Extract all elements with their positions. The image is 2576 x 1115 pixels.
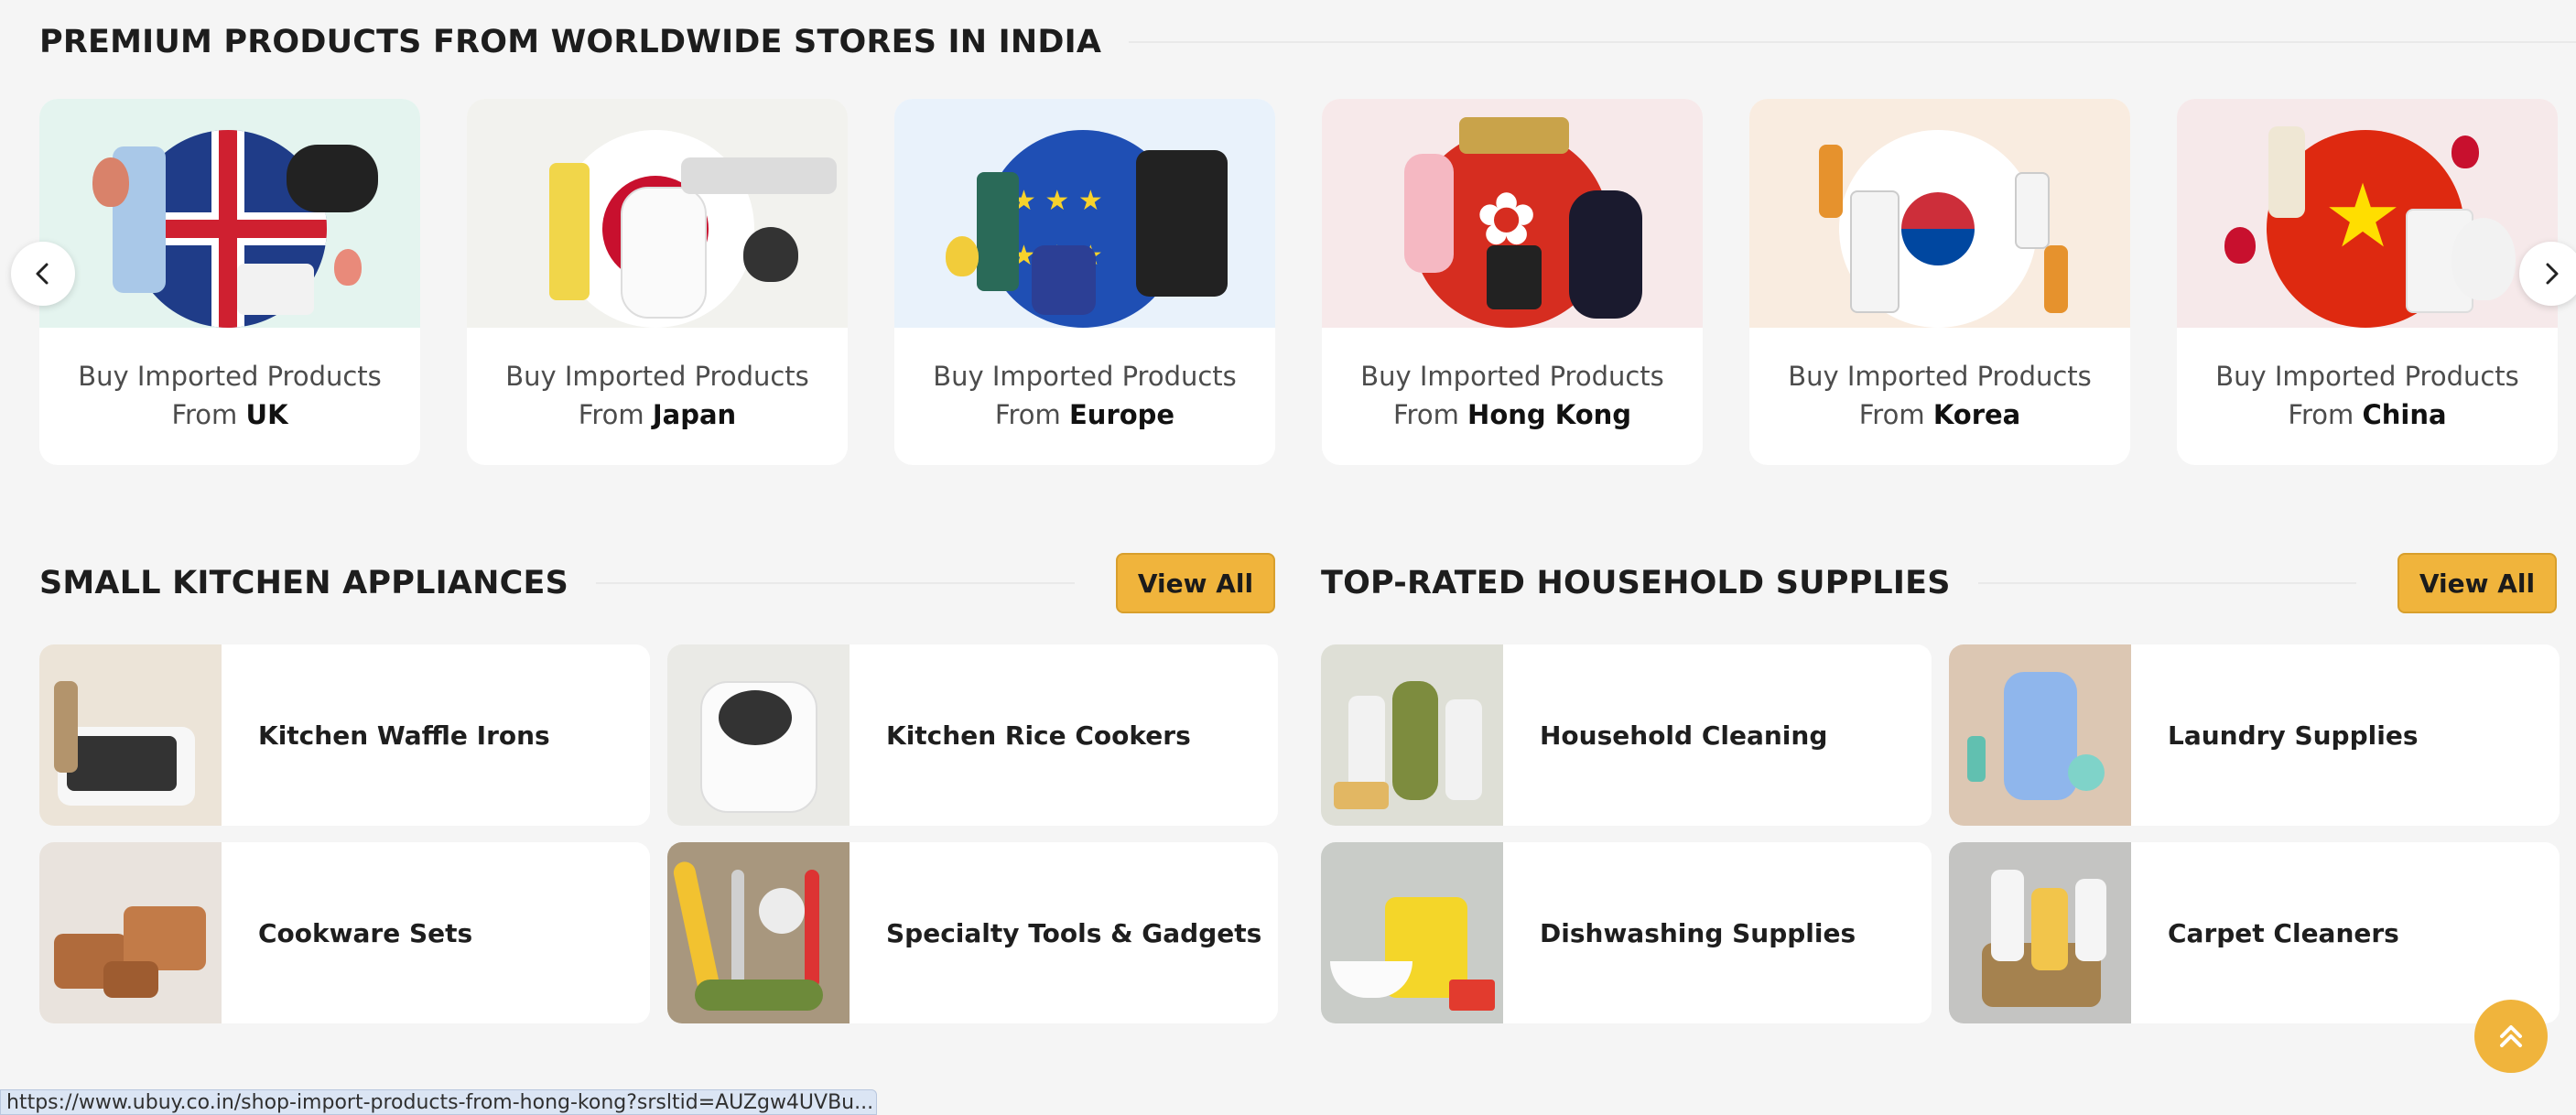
hong-kong-products-image: ✿: [1322, 99, 1703, 328]
country-name: Hong Kong: [1467, 399, 1632, 430]
category-tile-carpet-cleaners[interactable]: Carpet Cleaners: [1949, 842, 2560, 1023]
china-products-image: ★: [2177, 99, 2558, 328]
chevron-left-icon: [36, 263, 49, 285]
country-card-europe[interactable]: ★ ★ ★ ★ ★ ★ Buy Imported Products From E…: [894, 99, 1275, 465]
carousel-next-button[interactable]: [2519, 242, 2576, 306]
kitchen-section-header: SMALL KITCHEN APPLIANCES: [39, 560, 1106, 606]
japan-products-image: [467, 99, 848, 328]
tile-label: Kitchen Rice Cookers: [886, 720, 1191, 751]
category-tile-waffle-irons[interactable]: Kitchen Waffle Irons: [39, 644, 650, 826]
double-chevron-up-icon: [2500, 1025, 2522, 1047]
premium-section-header: PREMIUM PRODUCTS FROM WORLDWIDE STORES I…: [39, 20, 2576, 64]
uk-products-image: [39, 99, 420, 328]
country-card-text: Buy Imported Products From Japan: [505, 361, 809, 430]
chevron-right-icon: [2546, 263, 2559, 285]
country-name: UK: [245, 399, 288, 430]
dishwashing-image: [1321, 842, 1503, 1023]
category-tile-laundry-supplies[interactable]: Laundry Supplies: [1949, 644, 2560, 826]
category-tile-cookware-sets[interactable]: Cookware Sets: [39, 842, 650, 1023]
household-view-all-button[interactable]: View All: [2397, 553, 2557, 613]
country-name: Japan: [652, 399, 737, 430]
country-card-japan[interactable]: Buy Imported Products From Japan: [467, 99, 848, 465]
tile-label: Cookware Sets: [258, 917, 473, 948]
carousel-prev-button[interactable]: [11, 242, 75, 306]
tile-label: Household Cleaning: [1540, 720, 1828, 751]
country-name: Europe: [1068, 399, 1175, 430]
household-section-header: TOP-RATED HOUSEHOLD SUPPLIES: [1321, 560, 2387, 606]
country-card-text: Buy Imported Products From Europe: [933, 361, 1237, 430]
tile-label: Dishwashing Supplies: [1540, 917, 1856, 948]
category-tile-rice-cookers[interactable]: Kitchen Rice Cookers: [667, 644, 1278, 826]
laundry-bottle-image: [1949, 644, 2131, 826]
country-card-uk[interactable]: Buy Imported Products From UK: [39, 99, 420, 465]
waffle-iron-image: [39, 644, 222, 826]
kitchen-section-title: SMALL KITCHEN APPLIANCES: [39, 565, 568, 601]
country-card-korea[interactable]: Buy Imported Products From Korea: [1749, 99, 2130, 465]
category-tile-household-cleaning[interactable]: Household Cleaning: [1321, 644, 1932, 826]
category-tile-dishwashing-supplies[interactable]: Dishwashing Supplies: [1321, 842, 1932, 1023]
header-divider: [1129, 41, 2576, 43]
country-name: Korea: [1932, 399, 2021, 430]
browser-status-url: https://www.ubuy.co.in/shop-import-produ…: [0, 1089, 877, 1115]
cookware-set-image: [39, 842, 222, 1023]
premium-section-title: PREMIUM PRODUCTS FROM WORLDWIDE STORES I…: [39, 24, 1102, 60]
category-tile-specialty-tools[interactable]: Specialty Tools & Gadgets: [667, 842, 1278, 1023]
kitchen-view-all-button[interactable]: View All: [1116, 553, 1275, 613]
household-section-title: TOP-RATED HOUSEHOLD SUPPLIES: [1321, 565, 1951, 601]
europe-products-image: ★ ★ ★ ★ ★ ★: [894, 99, 1275, 328]
tile-label: Carpet Cleaners: [2168, 917, 2399, 948]
carpet-cleaner-image: [1949, 842, 2131, 1023]
cleaning-bottles-image: [1321, 644, 1503, 826]
header-divider: [596, 582, 1075, 584]
country-card-text: Buy Imported Products From China: [2215, 361, 2519, 430]
country-name: China: [2362, 399, 2447, 430]
rice-cooker-image: [667, 644, 850, 826]
tile-label: Specialty Tools & Gadgets: [886, 917, 1262, 948]
tile-label: Kitchen Waffle Irons: [258, 720, 550, 751]
country-card-china[interactable]: ★ Buy Imported Products From China: [2177, 99, 2558, 465]
tile-label: Laundry Supplies: [2168, 720, 2419, 751]
country-card-text: Buy Imported Products From Korea: [1788, 361, 2092, 430]
country-card-text: Buy Imported Products From Hong Kong: [1360, 361, 1664, 430]
country-card-text: Buy Imported Products From UK: [78, 361, 382, 430]
korea-products-image: [1749, 99, 2130, 328]
kitchen-tools-image: [667, 842, 850, 1023]
country-card-hong-kong[interactable]: ✿ Buy Imported Products From Hong Kong: [1322, 99, 1703, 465]
header-divider: [1977, 582, 2356, 584]
scroll-to-top-button[interactable]: [2474, 1000, 2548, 1073]
